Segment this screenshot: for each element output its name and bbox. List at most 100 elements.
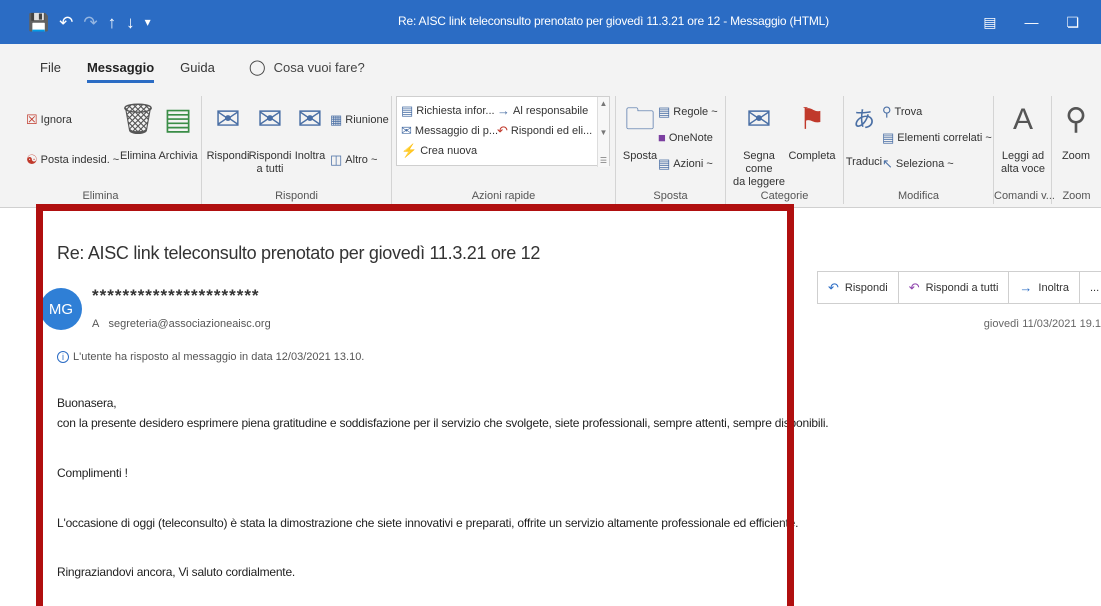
move-folder-icon: 🗀 [625, 103, 655, 136]
group-zoom: ⚲ Zoom Zoom [1052, 96, 1101, 204]
reply-envelope-icon: ✉ [215, 103, 241, 136]
reply-ribbon-button[interactable]: ✉ Rispondi [206, 104, 250, 163]
customize-toolbar-icon[interactable]: ▾ [145, 16, 151, 28]
forward-button[interactable]: → Inoltra [1008, 271, 1080, 304]
junk-button[interactable]: ☯ Posta indesid. ~ [26, 152, 119, 168]
follow-up-button[interactable]: ⚑ Completa [786, 104, 838, 163]
group-label-zoom: Zoom [1062, 190, 1091, 202]
tab-guida[interactable]: Guida [180, 60, 215, 75]
more-actions-button[interactable]: ... [1078, 271, 1101, 304]
body-complimenti: Complimenti ! [57, 466, 128, 480]
more-respond-button[interactable]: ◫ Altro ~ [330, 152, 377, 168]
down-arrow-icon[interactable]: ↓ [126, 14, 135, 31]
lightbulb-icon: ◯ [248, 59, 266, 76]
reply-all-envelope-icon: ✉ [257, 103, 283, 136]
ignora-button[interactable]: ☒ Ignora [26, 112, 72, 128]
onenote-icon: ■ [658, 130, 666, 145]
window-controls: ▤ — ❏ [983, 0, 1101, 44]
delete-button[interactable]: 🗑 Elimina [118, 104, 158, 163]
quick-access-toolbar: 💾 ↶ ↷ ↑ ↓ ▾ [0, 0, 151, 44]
scroll-up-icon[interactable]: ▲ [600, 99, 608, 108]
group-elimina: ☒ Ignora ☯ Posta indesid. ~ 🗑 Elimina ▤ … [0, 96, 202, 204]
search-icon: ⚲ [882, 104, 892, 119]
reply-delete-icon: ↶ [497, 123, 508, 138]
group-label-elimina: Elimina [82, 190, 119, 202]
flag-icon: ⚑ [798, 103, 826, 136]
meeting-button[interactable]: ▦ Riunione [330, 112, 389, 128]
quick-step-rispondi-elimina[interactable]: ↶ Rispondi ed eli... [497, 123, 592, 139]
title-bar: 💾 ↶ ↷ ↑ ↓ ▾ Re: AISC link teleconsulto p… [0, 0, 1101, 44]
info-icon: i [57, 351, 69, 363]
quick-step-messaggio[interactable]: ✉ Messaggio di p... [401, 123, 498, 139]
undo-icon[interactable]: ↶ [59, 14, 73, 31]
quick-steps-gallery: ▤ Richiesta infor... → Al responsabile ✉… [396, 96, 610, 167]
reply-all-ribbon-button[interactable]: ✉ Rispondi a tutti [248, 104, 292, 176]
quick-steps-scrollbar[interactable]: ▲ ▼ ☰ [597, 97, 609, 167]
read-aloud-icon: A [1012, 103, 1033, 136]
avatar[interactable]: MG [40, 288, 82, 330]
group-label-categorie: Categorie [760, 190, 809, 202]
reply-all-arrow-icon: ↶ [908, 279, 920, 295]
reply-all-button[interactable]: ↶ Rispondi a tutti [897, 271, 1010, 304]
quick-step-richiesta[interactable]: ▤ Richiesta infor... [401, 103, 495, 119]
select-button[interactable]: ↖ Seleziona ~ [882, 156, 954, 172]
translate-icon: あ [852, 107, 875, 132]
mark-unread-button[interactable]: ✉ Segna come da leggere [730, 104, 788, 189]
body-paragraph-1: con la presente desidero esprimere piena… [57, 416, 829, 430]
minimize-icon[interactable]: — [1024, 14, 1038, 30]
zoom-button[interactable]: ⚲ Zoom [1054, 104, 1098, 163]
maximize-icon[interactable]: ❏ [1066, 14, 1079, 31]
group-label-comandi: Comandi v... [994, 190, 1055, 202]
forward-ribbon-button[interactable]: ✉ Inoltra [290, 104, 330, 163]
group-label-sposta: Sposta [653, 190, 688, 202]
group-sposta: 🗀 Sposta ▤ Regole ~ ■ OneNote ▤ Azioni ~… [616, 96, 726, 204]
message-icon: ✉ [401, 123, 412, 138]
trash-icon: 🗑 [118, 103, 158, 136]
rules-icon: ▤ [658, 104, 671, 119]
group-rispondi: ✉ Rispondi ✉ Rispondi a tutti ✉ Inoltra … [202, 96, 392, 204]
rules-button[interactable]: ▤ Regole ~ [658, 104, 718, 120]
group-label-azioni-rapide: Azioni rapide [471, 190, 536, 202]
ribbon: ☒ Ignora ☯ Posta indesid. ~ 🗑 Elimina ▤ … [0, 90, 1101, 208]
move-button[interactable]: 🗀 Sposta [622, 104, 658, 163]
info-bar[interactable]: i L'utente ha risposto al messaggio in d… [57, 351, 364, 363]
tell-me-box[interactable]: ◯ Cosa vuoi fare? [249, 58, 365, 76]
quick-step-responsabile[interactable]: → Al responsabile [497, 103, 588, 118]
expand-gallery-icon[interactable]: ☰ [600, 156, 607, 165]
ribbon-display-options-icon[interactable]: ▤ [983, 14, 996, 31]
forward-envelope-icon: ✉ [297, 103, 323, 136]
group-label-rispondi: Rispondi [275, 190, 318, 202]
archive-button[interactable]: ▤ Archivia [158, 104, 198, 163]
message-actions: ↶ Rispondi ↶ Rispondi a tutti → Inoltra … [817, 271, 1101, 304]
sender-name[interactable]: ********************** [92, 286, 260, 306]
body-closing: Ringraziandovi ancora, Vi saluto cordial… [57, 565, 296, 579]
up-arrow-icon[interactable]: ↑ [108, 14, 117, 31]
find-button[interactable]: ⚲ Trova [882, 104, 922, 120]
more-respond-icon: ◫ [330, 152, 343, 167]
translate-button[interactable]: あ Traduci [846, 104, 882, 169]
body-paragraph-2: L'occasione di oggi (teleconsulto) è sta… [57, 516, 799, 530]
junk-icon: ☯ [26, 152, 38, 167]
request-icon: ▤ [401, 103, 414, 118]
save-icon[interactable]: 💾 [28, 14, 49, 31]
forward-arrow-icon: → [1019, 280, 1033, 295]
tell-me-placeholder: Cosa vuoi fare? [273, 59, 365, 75]
redo-icon[interactable]: ↷ [83, 14, 97, 31]
recipient-line: A segreteria@associazioneaisc.org [92, 318, 271, 330]
lightning-icon: ⚡ [401, 143, 418, 158]
tab-messaggio[interactable]: Messaggio [86, 60, 155, 83]
actions-button[interactable]: ▤ Azioni ~ [658, 156, 713, 172]
calendar-icon: ▦ [330, 112, 343, 127]
actions-icon: ▤ [658, 156, 671, 171]
outlook-message-window: 💾 ↶ ↷ ↑ ↓ ▾ Re: AISC link teleconsulto p… [0, 0, 1101, 606]
quick-step-crea-nuova[interactable]: ⚡ Crea nuova [401, 143, 477, 159]
onenote-button[interactable]: ■ OneNote [658, 130, 713, 145]
read-aloud-button[interactable]: A Leggi ad alta voce [998, 104, 1048, 176]
group-categorie: ✉ Segna come da leggere ⚑ Completa Categ… [726, 96, 844, 204]
group-comandi-vocali: A Leggi ad alta voce Comandi v... [994, 96, 1055, 204]
recipient-address[interactable]: segreteria@associazioneaisc.org [109, 318, 271, 330]
tab-file[interactable]: File [40, 60, 61, 75]
reply-button[interactable]: ↶ Rispondi [817, 271, 899, 304]
scroll-down-icon[interactable]: ▼ [600, 128, 608, 137]
related-button[interactable]: ▤ Elementi correlati ~ [882, 130, 992, 146]
